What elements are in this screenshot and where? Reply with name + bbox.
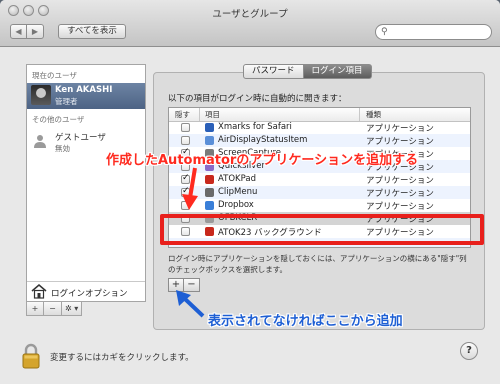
tab-bar: パスワード ログイン項目 <box>243 64 372 79</box>
search-input[interactable] <box>392 26 486 38</box>
atokpad-icon <box>205 175 214 184</box>
clipmenu-icon <box>205 188 214 197</box>
column-item[interactable]: 項目 <box>205 109 220 120</box>
show-all-button[interactable]: すべてを表示 <box>58 24 126 39</box>
annotation-add-automator-app: 作成したAutomatorのアプリケーションを追加する <box>106 153 419 168</box>
guest-user-status: 無効 <box>55 144 70 153</box>
action-menu-button[interactable]: ✲ ▾ <box>62 302 83 316</box>
item-name: ATOKPad <box>218 174 256 184</box>
guest-user-name[interactable]: ゲストユーザ <box>55 131 106 143</box>
lock-bar: 変更するにはカギをクリックします。 <box>0 336 500 384</box>
help-button[interactable]: ? <box>460 342 478 360</box>
user-name: Ken AKASHI <box>55 85 113 95</box>
login-options-label: ログインオプション <box>51 289 128 299</box>
title-bar: ユーザとグループ ◀ ▶ すべてを表示 ⚲ <box>0 0 500 47</box>
hide-checkbox[interactable] <box>181 123 190 132</box>
airdisplay-icon <box>205 136 214 145</box>
item-name: ClipMenu <box>218 187 258 197</box>
table-row[interactable]: AirDisplayStatusItem アプリケーション <box>169 134 470 147</box>
login-options-item[interactable]: ログインオプション <box>27 281 145 302</box>
other-users-header: その他のユーザ <box>32 115 85 124</box>
add-login-item-button[interactable]: + <box>168 278 184 292</box>
window-title: ユーザとグループ <box>212 9 288 20</box>
back-button[interactable]: ◀ <box>10 24 27 39</box>
item-name: Dropbox <box>218 200 254 210</box>
add-user-button[interactable]: + <box>26 302 44 316</box>
hide-note: ログイン時にアプリケーションを隠しておくには、アプリケーションの横にある"隠す"… <box>168 254 467 274</box>
hide-checkbox[interactable] <box>181 136 190 145</box>
xmarks-icon <box>205 123 214 132</box>
remove-login-item-button[interactable]: − <box>184 278 200 292</box>
search-icon: ⚲ <box>381 27 388 37</box>
user-list: 現在のユーザ Ken AKASHI 管理者 その他のユーザ ゲストユーザ 無効 … <box>26 64 146 302</box>
table-header: 隠す 項目 種類 <box>169 108 470 122</box>
item-kind: アプリケーション <box>366 137 434 147</box>
home-icon <box>31 284 47 299</box>
user-list-toolbar: + − ✲ ▾ <box>26 302 83 316</box>
remove-user-button[interactable]: − <box>44 302 62 316</box>
column-divider <box>359 108 360 121</box>
search-field[interactable]: ⚲ <box>375 24 492 40</box>
table-row[interactable]: Dropbox アプリケーション <box>169 199 470 212</box>
table-row[interactable]: ATOKPad アプリケーション <box>169 173 470 186</box>
highlight-box <box>160 214 484 245</box>
dropbox-icon <box>205 201 214 210</box>
lock-icon[interactable] <box>22 343 40 369</box>
login-items-buttons: + − <box>168 278 200 292</box>
avatar <box>31 85 51 105</box>
item-kind: アプリケーション <box>366 176 434 186</box>
user-item-current[interactable]: Ken AKASHI 管理者 <box>27 83 145 109</box>
current-user-header: 現在のユーザ <box>32 71 77 80</box>
hide-checkbox[interactable] <box>181 188 190 197</box>
column-hide[interactable]: 隠す <box>175 109 190 120</box>
hide-checkbox[interactable] <box>181 201 190 210</box>
guest-user-icon <box>34 135 46 148</box>
column-divider <box>199 108 200 121</box>
table-row[interactable]: ClipMenu アプリケーション <box>169 186 470 199</box>
hide-checkbox[interactable] <box>181 175 190 184</box>
item-name: Xmarks for Safari <box>218 122 292 132</box>
lock-message: 変更するにはカギをクリックします。 <box>50 353 194 363</box>
user-role: 管理者 <box>55 97 78 106</box>
table-row[interactable]: Xmarks for Safari アプリケーション <box>169 121 470 134</box>
preferences-window: ユーザとグループ ◀ ▶ すべてを表示 ⚲ 現在のユーザ Ken AKASHI … <box>0 0 500 384</box>
item-kind: アプリケーション <box>366 189 434 199</box>
tab-password[interactable]: パスワード <box>243 64 304 79</box>
login-items-intro: 以下の項目がログイン時に自動的に開きます： <box>168 94 347 104</box>
item-kind: アプリケーション <box>366 202 434 212</box>
annotation-add-from-here: 表示されてなければここから追加 <box>208 314 403 329</box>
item-kind: アプリケーション <box>366 124 434 134</box>
tab-login-items[interactable]: ログイン項目 <box>303 64 372 79</box>
nav-buttons: ◀ ▶ <box>10 24 44 39</box>
column-kind[interactable]: 種類 <box>366 109 381 120</box>
item-name: AirDisplayStatusItem <box>218 135 308 145</box>
forward-button[interactable]: ▶ <box>27 24 44 39</box>
